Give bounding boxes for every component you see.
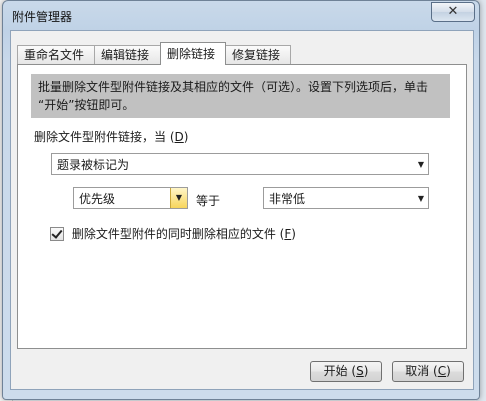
tab-delete-links[interactable]: 删除链接 [160,42,226,65]
tab-repair-links[interactable]: 修复链接 [225,45,291,64]
delete-files-label: 删除文件型附件的同时删除相应的文件 [71,227,276,241]
field-select[interactable]: 优先级 ▼ [73,187,188,209]
dropdown-arrow-icon: ▼ [417,194,424,203]
delete-when-label: 删除文件型附件链接，当 (D) [34,130,189,144]
instructions-line-1: 批量删除文件型附件链接及其相应的文件（可选）。设置下列选项后，单击 [38,80,429,94]
cancel-accesskey: C [437,364,447,378]
tab-rename-files[interactable]: 重命名文件 [17,45,96,64]
value-select[interactable]: 非常低 ▼ [263,187,429,209]
instructions-line-2: “开始”按钮即可。 [38,98,135,112]
field-select-value: 优先级 [79,192,116,206]
instructions-box: 批量删除文件型附件链接及其相应的文件（可选）。设置下列选项后，单击 “开始”按钮… [31,74,450,118]
delete-links-panel: 批量删除文件型附件链接及其相应的文件（可选）。设置下列选项后，单击 “开始”按钮… [17,64,467,349]
title-bar: 附件管理器 ✕ [3,1,479,31]
tab-edit-links[interactable]: 编辑链接 [94,45,161,64]
attachment-manager-dialog: 附件管理器 ✕ 重命名文件 编辑链接 删除链接 修复链接 批量删除文件型附件链接… [2,0,480,400]
start-accesskey: S [356,364,364,378]
delete-files-option[interactable]: 删除文件型附件的同时删除相应的文件 (F) [50,226,296,242]
dialog-client-area: 重命名文件 编辑链接 删除链接 修复链接 批量删除文件型附件链接及其相应的文件（… [10,30,474,390]
value-select-value: 非常低 [269,192,306,206]
close-button[interactable]: ✕ [431,2,475,22]
dropdown-arrow-icon: ▼ [170,188,187,208]
cancel-button[interactable]: 取消 (C) [392,361,464,382]
operator-label: 等于 [196,194,221,208]
condition-select-value: 题录被标记为 [57,158,130,172]
condition-select[interactable]: 题录被标记为 ▼ [51,153,429,175]
delete-files-checkbox[interactable] [50,226,64,241]
close-icon: ✕ [447,4,459,19]
delete-when-accesskey: D [174,130,184,144]
window-title: 附件管理器 [12,10,73,24]
delete-files-accesskey: F [284,227,292,241]
dropdown-arrow-icon: ▼ [417,160,424,169]
start-button[interactable]: 开始 (S) [310,361,382,382]
